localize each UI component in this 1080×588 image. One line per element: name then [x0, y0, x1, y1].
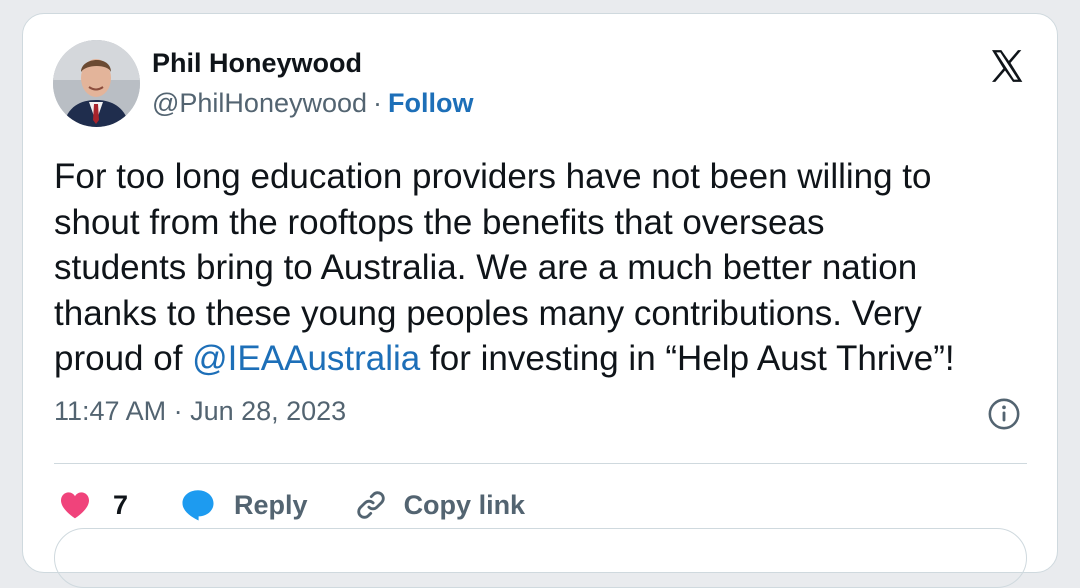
- separator-dot: ·: [373, 88, 383, 118]
- tweet-line-last: proud of @IEAAustralia for investing in …: [54, 336, 1034, 382]
- read-replies-button[interactable]: [54, 528, 1027, 588]
- tweet-line: For too long education providers have no…: [54, 157, 932, 196]
- reply-button[interactable]: Reply: [180, 488, 308, 522]
- tweet-line: students bring to Australia. We are a mu…: [54, 248, 918, 287]
- like-button[interactable]: 7: [59, 490, 128, 521]
- divider: [54, 463, 1027, 464]
- link-icon: [356, 491, 385, 519]
- follow-button[interactable]: Follow: [388, 88, 473, 118]
- author-handle-row: @PhilHoneywood · Follow: [152, 88, 474, 119]
- like-count: 7: [113, 489, 129, 520]
- copy-link-button[interactable]: Copy link: [354, 488, 526, 522]
- speech-bubble-icon: [182, 490, 214, 521]
- x-logo-icon[interactable]: [987, 46, 1027, 86]
- mention-link[interactable]: @IEAAustralia: [192, 339, 420, 378]
- reply-label: Reply: [234, 489, 308, 520]
- tweet-text-prefix: proud of: [54, 339, 193, 378]
- tweet-text: For too long education providers have no…: [54, 154, 1034, 382]
- info-icon[interactable]: [987, 397, 1021, 431]
- tweet-timestamp[interactable]: 11:47 AM · Jun 28, 2023: [54, 396, 346, 427]
- author-handle[interactable]: @PhilHoneywood: [152, 88, 367, 118]
- tweet-card: Phil Honeywood @PhilHoneywood · Follow For…: [22, 13, 1058, 588]
- tweet-line: thanks to these young peoples many contr…: [54, 293, 922, 333]
- heart-icon: [61, 492, 89, 519]
- copy-link-label: Copy link: [403, 489, 526, 520]
- author-name[interactable]: Phil Honeywood: [152, 48, 362, 79]
- avatar[interactable]: [53, 40, 140, 127]
- tweet-line: shout from the rooftops the benefits tha…: [54, 202, 825, 242]
- tweet-text-suffix: for investing in “Help Aust Thrive”!: [420, 339, 955, 378]
